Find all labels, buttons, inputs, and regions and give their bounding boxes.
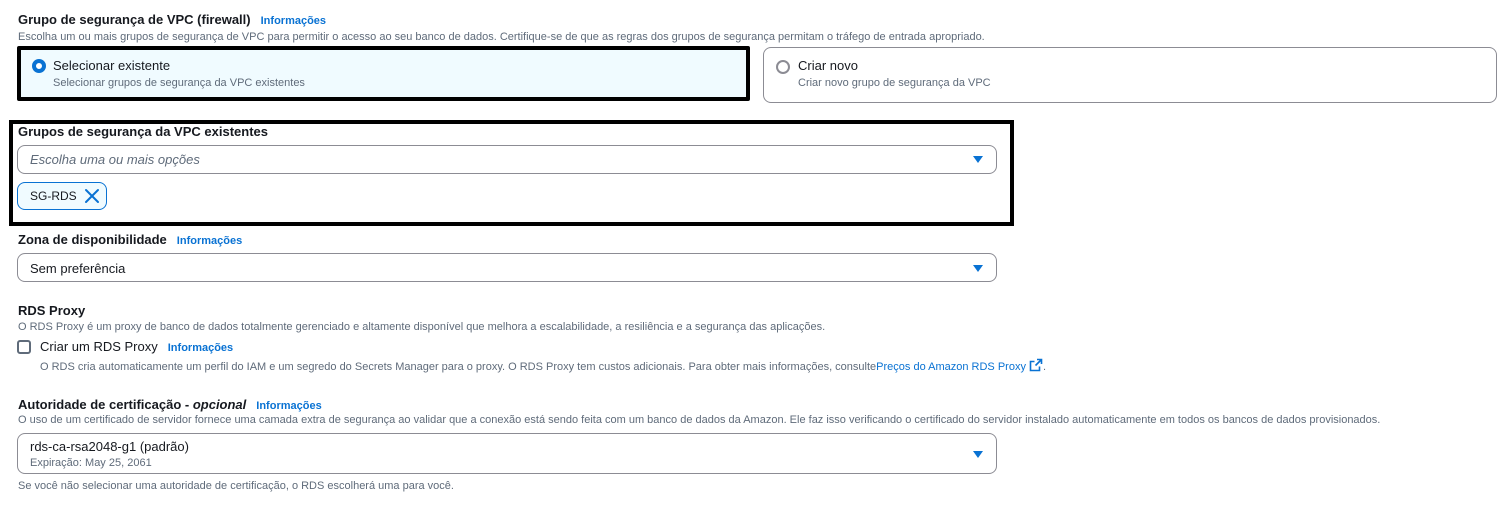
ca-footer-note: Se você não selecionar uma autoridade de… [18,480,454,492]
caret-down-icon [973,156,983,163]
rds-proxy-trailing-period: . [1042,361,1047,373]
ca-select[interactable]: rds-ca-rsa2048-g1 (padrão) Expiração: Ma… [17,433,997,474]
external-link-icon[interactable] [1029,358,1043,372]
caret-down-icon [973,451,983,458]
caret-down-icon [973,265,983,272]
vpc-sg-heading: Grupo de segurança de VPC (firewall) Info… [18,12,326,27]
az-info-link[interactable]: Informações [177,235,242,247]
rds-proxy-sub-description: O RDS cria automaticamente um perfil do … [40,358,1046,373]
existing-sg-title: Grupos de segurança da VPC existentes [18,124,268,139]
radio-select-existing-label: Selecionar existente [53,58,171,73]
vpc-sg-description: Escolha um ou mais grupos de segurança d… [18,31,985,43]
rds-proxy-pricing-link[interactable]: Preços do Amazon RDS Proxy [876,361,1026,373]
ca-info-link[interactable]: Informações [256,400,321,412]
rds-proxy-checkbox-label[interactable]: Criar um RDS Proxy [40,339,158,354]
az-select[interactable]: Sem preferência [17,253,997,282]
token-sg-rds: SG-RDS [17,182,107,210]
ca-title: Autoridade de certificação - [18,397,193,412]
existing-sg-multiselect[interactable]: Escolha uma ou mais opções [17,145,997,174]
radio-tile-select-existing[interactable]: Selecionar existente Selecionar grupos d… [18,47,749,101]
rds-proxy-checkbox-row: Criar um RDS Proxy Informações [40,339,233,354]
radio-create-new-description: Criar novo grupo de segurança da VPC [798,77,991,89]
close-icon[interactable] [84,188,100,204]
rds-proxy-info-link[interactable]: Informações [168,342,233,354]
radio-select-existing-description: Selecionar grupos de segurança da VPC ex… [53,77,305,89]
ca-description: O uso de um certificado de servidor forn… [18,414,1381,426]
radio-create-new-label: Criar novo [798,58,858,73]
radio-select-existing[interactable] [32,59,46,73]
ca-value: rds-ca-rsa2048-g1 (padrão) [30,439,189,454]
vpc-sg-title: Grupo de segurança de VPC (firewall) [18,12,251,27]
rds-proxy-description: O RDS Proxy é um proxy de banco de dados… [18,321,826,333]
existing-sg-placeholder: Escolha uma ou mais opções [30,152,200,167]
az-heading: Zona de disponibilidade Informações [18,232,242,247]
ca-expiry: Expiração: May 25, 2061 [30,457,152,469]
ca-heading: Autoridade de certificação - opcional Inf… [18,397,322,412]
token-label: SG-RDS [30,189,77,203]
radio-tile-create-new[interactable]: Criar novo Criar novo grupo de segurança… [763,47,1497,103]
az-title: Zona de disponibilidade [18,232,167,247]
vpc-sg-info-link[interactable]: Informações [261,15,326,27]
ca-optional-label: opcional [192,397,247,412]
radio-create-new[interactable] [776,60,790,74]
rds-proxy-checkbox[interactable] [17,340,31,354]
az-value: Sem preferência [30,261,126,276]
rds-proxy-title: RDS Proxy [18,303,86,318]
rds-proxy-sub-text: O RDS cria automaticamente um perfil do … [40,361,877,373]
